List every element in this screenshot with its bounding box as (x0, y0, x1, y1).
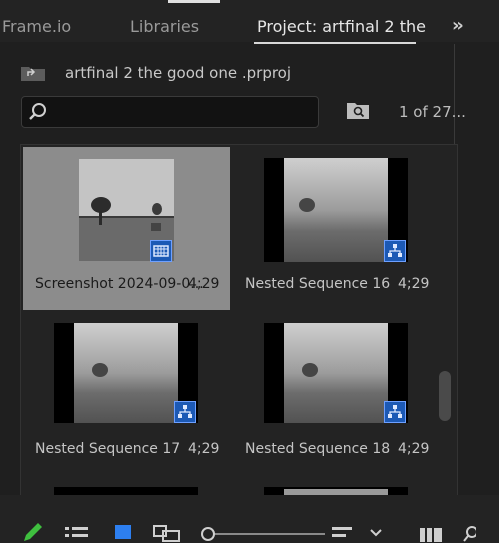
film-clip-icon (150, 240, 172, 262)
sort-icon[interactable] (331, 525, 353, 543)
sequence-icon (174, 401, 196, 423)
search-field[interactable] (52, 101, 306, 123)
project-item-screenshot[interactable]: Screenshot 2024-09-0... 4;29 (23, 147, 230, 310)
bottom-toolbar (0, 495, 499, 543)
tab-libraries[interactable]: Libraries (130, 17, 199, 36)
item-count: 1 of 27... (399, 103, 466, 121)
chevron-down-icon[interactable] (369, 528, 383, 538)
automate-to-sequence-icon[interactable] (419, 527, 443, 543)
find-icon[interactable] (462, 525, 476, 543)
item-name: Screenshot 2024-09-0... (35, 276, 204, 292)
item-duration: 4;29 (398, 441, 430, 457)
item-name: Nested Sequence 18 (245, 441, 391, 457)
find-in-bin-icon[interactable] (346, 100, 370, 120)
zoom-slider[interactable] (200, 526, 325, 543)
freeform-view-icon[interactable] (153, 524, 181, 543)
sequence-icon (384, 401, 406, 423)
project-item-nested-sequence-18[interactable]: Nested Sequence 18 4;29 (233, 312, 440, 475)
search-input[interactable] (21, 96, 319, 128)
project-item-nested-sequence-16[interactable]: Nested Sequence 16 4;29 (233, 147, 440, 310)
sequence-icon (384, 240, 406, 262)
tab-indicator (168, 0, 220, 3)
icon-view-icon[interactable] (114, 523, 132, 543)
item-duration: 4;29 (188, 441, 220, 457)
item-name: Nested Sequence 16 (245, 276, 391, 292)
list-view-icon[interactable] (64, 525, 90, 543)
folder-up-icon[interactable] (20, 64, 46, 82)
project-items-grid: Screenshot 2024-09-0... 4;29 Nested Sequ… (20, 144, 458, 496)
item-duration: 4;29 (188, 276, 220, 292)
project-path: artfinal 2 the good one .prproj (65, 64, 292, 82)
double-chevron-right-icon[interactable]: ›› (452, 15, 464, 36)
pencil-icon[interactable] (20, 521, 44, 543)
scrollbar-thumb[interactable] (439, 371, 451, 421)
search-icon (29, 103, 46, 120)
tab-frameio[interactable]: Frame.io (2, 17, 71, 36)
item-name: Nested Sequence 17 (35, 441, 181, 457)
tab-project[interactable]: Project: artfinal 2 the (257, 17, 426, 36)
project-item-nested-sequence-17[interactable]: Nested Sequence 17 4;29 (23, 312, 230, 475)
item-duration: 4;29 (398, 276, 430, 292)
tab-bar: Frame.io Libraries Project: artfinal 2 t… (0, 0, 499, 44)
